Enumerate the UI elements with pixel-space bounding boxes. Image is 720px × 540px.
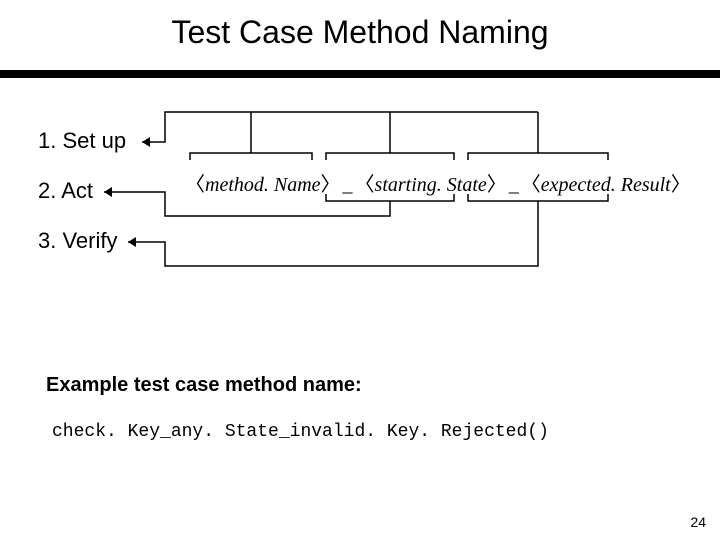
bracket-top-result-icon <box>468 153 608 160</box>
bracket-top-state-icon <box>326 153 454 160</box>
example-label: Example test case method name: <box>46 374 362 397</box>
formula-part-state: starting. State <box>375 174 487 196</box>
steps-list: 1. Set up 2. Act 3. Verify <box>38 130 126 280</box>
step-setup: 1. Set up <box>38 130 126 152</box>
arrow-to-verify <box>128 201 538 266</box>
naming-formula: 〈method. Name〉_〈starting. State〉_〈expect… <box>185 168 691 197</box>
step-verify: 3. Verify <box>38 230 126 252</box>
bracket-open-icon: 〈 <box>185 174 205 196</box>
formula-part-method: method. Name <box>205 174 321 196</box>
page-number: 24 <box>690 514 706 530</box>
step-act: 2. Act <box>38 180 126 202</box>
title-rule <box>0 70 720 78</box>
arrowhead-verify-icon <box>128 237 136 247</box>
bracket-close-icon: 〉 <box>671 174 691 196</box>
formula-part-result: expected. Result <box>541 174 671 196</box>
separator: _ <box>507 174 521 196</box>
bracket-close-icon: 〉 <box>487 174 507 196</box>
arrowhead-setup-icon <box>142 137 150 147</box>
slide: Test Case Method Naming 1. Set up 2. Act… <box>0 0 720 540</box>
bracket-top-method-icon <box>190 153 312 160</box>
bracket-open-icon: 〈 <box>521 174 541 196</box>
arrow-to-setup <box>142 112 251 142</box>
slide-title: Test Case Method Naming <box>0 14 720 51</box>
bracket-close-icon: 〉 <box>321 174 341 196</box>
separator: _ <box>341 174 355 196</box>
bracket-open-icon: 〈 <box>355 174 375 196</box>
example-code: check. Key_any. State_invalid. Key. Reje… <box>52 422 549 442</box>
